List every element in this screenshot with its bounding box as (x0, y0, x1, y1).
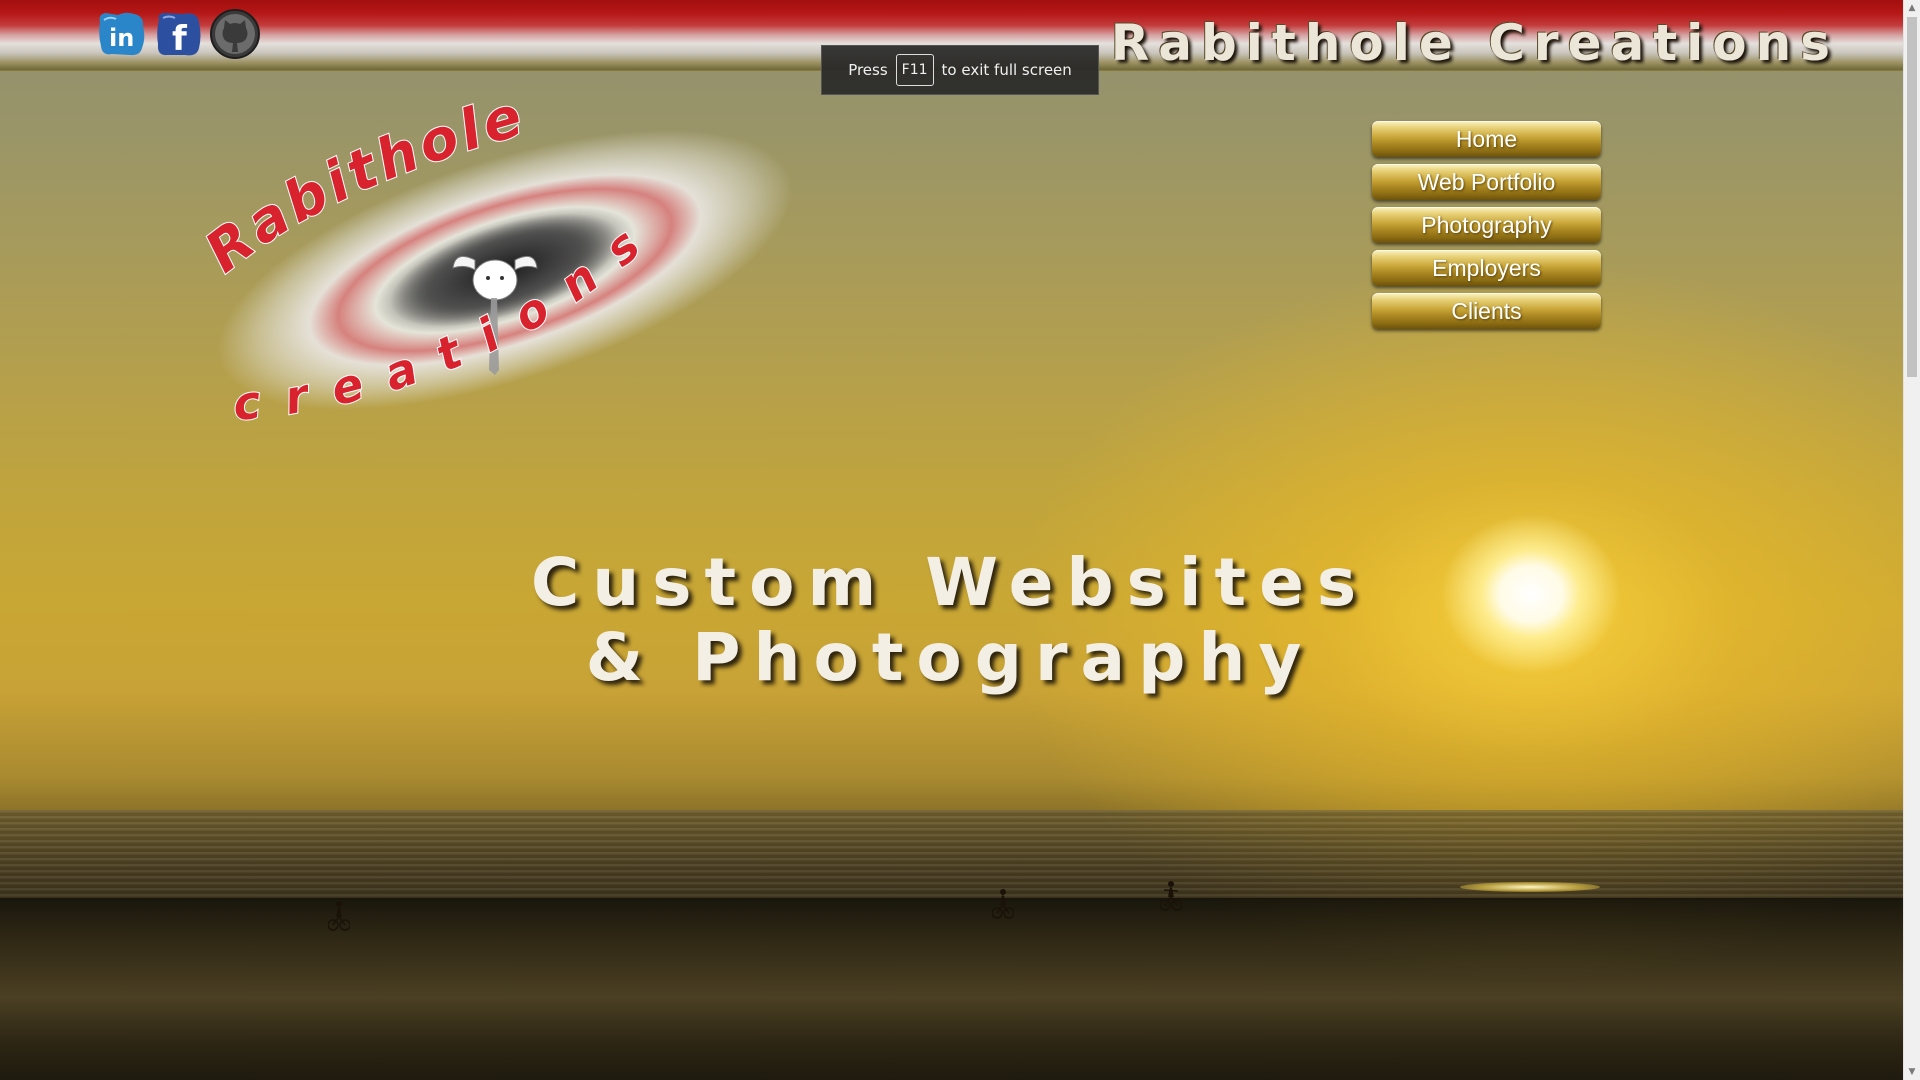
github-icon[interactable] (209, 8, 261, 60)
linkedin-icon[interactable]: in (96, 8, 148, 60)
fullscreen-notice-prefix: Press (848, 61, 888, 79)
fullscreen-exit-notice: Press F11 to exit full screen (821, 45, 1099, 95)
sun-reflection (1460, 882, 1600, 892)
facebook-icon[interactable]: f (153, 8, 205, 60)
rabithole-creations-logo[interactable]: Rabithole creations (185, 100, 835, 430)
svg-text:in: in (109, 24, 134, 52)
main-navigation: Home Web Portfolio Photography Employers… (1372, 121, 1601, 336)
scroll-down-arrow-icon[interactable]: ▼ (1904, 1064, 1920, 1080)
hero-line-1: Custom Websites (530, 544, 1370, 621)
fullscreen-notice-suffix: to exit full screen (941, 61, 1072, 79)
ocean-waves (0, 810, 1903, 900)
cyclist-silhouette (1160, 881, 1182, 911)
beach-sand (0, 898, 1903, 1080)
svg-text:f: f (172, 19, 188, 59)
nav-employers-button[interactable]: Employers (1372, 250, 1601, 286)
f11-key-label: F11 (895, 54, 934, 86)
vertical-scrollbar[interactable]: ▲ ▼ (1903, 0, 1920, 1080)
nav-clients-button[interactable]: Clients (1372, 293, 1601, 329)
cyclist-silhouette (992, 889, 1014, 919)
nav-web-portfolio-button[interactable]: Web Portfolio (1372, 164, 1601, 200)
nav-photography-button[interactable]: Photography (1372, 207, 1601, 243)
hero-tagline: Custom Websites & Photography (500, 545, 1400, 695)
cyclist-silhouette (328, 901, 350, 931)
browser-viewport: Rabithole Creations in f Press F11 to ex… (0, 0, 1920, 1080)
scroll-up-arrow-icon[interactable]: ▲ (1904, 0, 1920, 16)
scrollbar-thumb[interactable] (1907, 17, 1917, 377)
nav-home-button[interactable]: Home (1372, 121, 1601, 157)
hero-line-2: & Photography (585, 619, 1315, 696)
site-title: Rabithole Creations (1110, 14, 1839, 72)
